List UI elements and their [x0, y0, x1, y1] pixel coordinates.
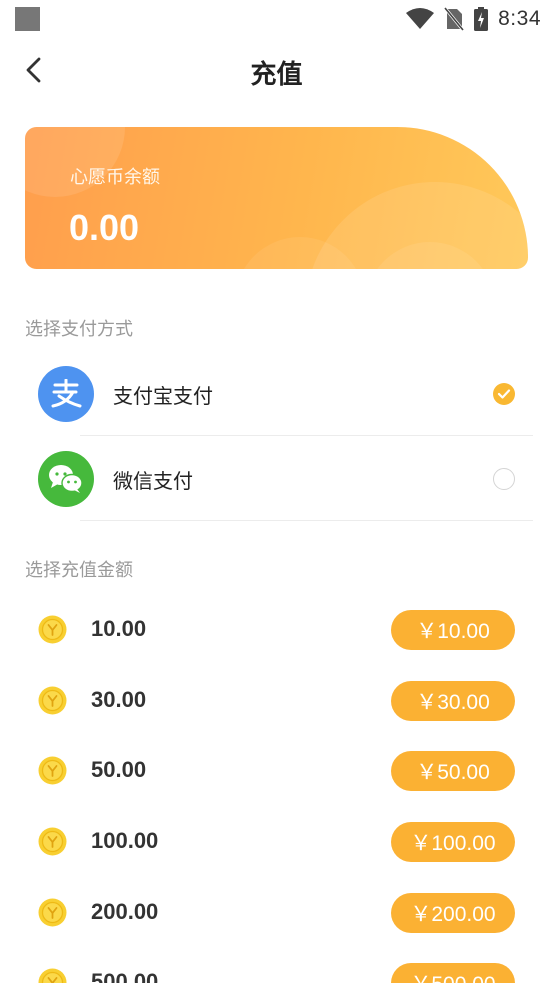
payment-option-wechat[interactable]: 微信支付	[0, 437, 553, 521]
divider	[80, 520, 533, 521]
coin-icon	[38, 968, 67, 983]
coin-amount: 100.00	[91, 828, 159, 853]
coin-amount: 50.00	[91, 757, 147, 782]
amount-option[interactable]: 10.00 ￥10.00	[0, 601, 553, 657]
radio-unchecked[interactable]	[493, 468, 515, 490]
balance-value: 0.00	[69, 207, 140, 248]
status-bar: 8:34	[0, 0, 553, 38]
price-button[interactable]: ￥500.00	[391, 963, 515, 983]
balance-label: 心愿币余额	[70, 167, 160, 188]
payment-label: 支付宝支付	[113, 384, 213, 408]
battery-icon	[474, 7, 489, 31]
check-icon	[497, 389, 511, 399]
payment-label: 微信支付	[113, 469, 193, 493]
coin-amount: 10.00	[91, 616, 147, 641]
coin-icon	[38, 827, 67, 856]
coin-icon	[38, 615, 67, 644]
status-icons: 8:34	[406, 5, 541, 33]
app-bar: 充值	[0, 38, 553, 106]
price-button[interactable]: ￥200.00	[391, 893, 515, 933]
payment-section-title: 选择支付方式	[25, 319, 133, 340]
divider	[80, 435, 533, 436]
coin-icon	[38, 686, 67, 715]
amount-option[interactable]: 50.00 ￥50.00	[0, 742, 553, 798]
price-button[interactable]: ￥30.00	[391, 681, 515, 721]
price-button[interactable]: ￥10.00	[391, 610, 515, 650]
price-button[interactable]: ￥50.00	[391, 751, 515, 791]
notification-icon	[15, 7, 40, 31]
coin-icon	[38, 756, 67, 785]
no-sim-icon	[444, 7, 465, 31]
amount-section-title: 选择充值金额	[25, 560, 133, 581]
coin-amount: 500.00	[91, 969, 159, 983]
payment-option-alipay[interactable]: 支付宝支付	[0, 352, 553, 436]
wifi-icon	[406, 8, 435, 29]
coin-amount: 200.00	[91, 899, 159, 924]
coin-amount: 30.00	[91, 687, 147, 712]
page-title: 充值	[250, 60, 303, 90]
coin-icon	[38, 898, 67, 927]
wechat-icon	[38, 451, 94, 507]
balance-card: 心愿币余额 0.00	[25, 127, 528, 269]
radio-checked[interactable]	[493, 383, 515, 405]
amount-option[interactable]: 30.00 ￥30.00	[0, 672, 553, 728]
amount-option[interactable]: 100.00 ￥100.00	[0, 813, 553, 869]
status-time: 8:34	[498, 7, 541, 30]
price-button[interactable]: ￥100.00	[391, 822, 515, 862]
amount-option[interactable]: 200.00 ￥200.00	[0, 884, 553, 940]
alipay-icon	[38, 366, 94, 422]
amount-option[interactable]: 500.00 ￥500.00	[0, 954, 553, 983]
